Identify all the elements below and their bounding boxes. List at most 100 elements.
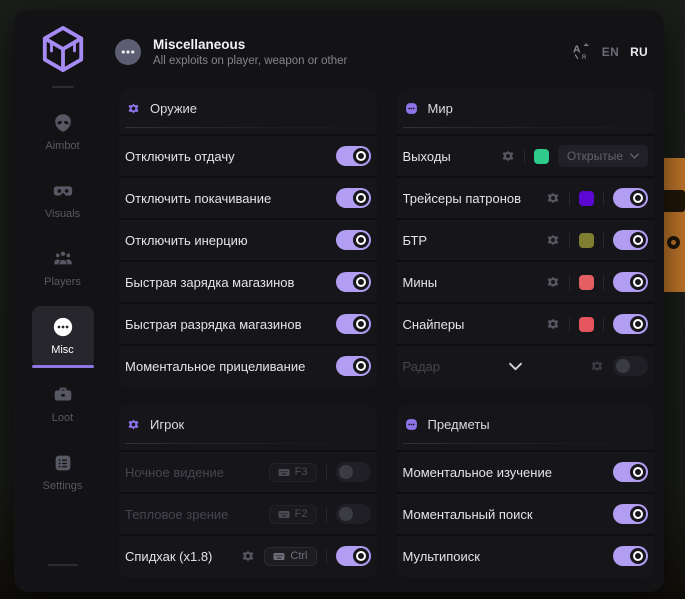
sidebar-item-aimbot[interactable]: Aimbot xyxy=(32,102,94,164)
svg-text:A: A xyxy=(573,44,581,55)
sidebar-item-label: Players xyxy=(44,276,81,288)
artifact-mark xyxy=(667,236,680,249)
briefcase-icon xyxy=(52,384,74,406)
toggle-switch[interactable] xyxy=(613,462,648,482)
sidebar-item-visuals[interactable]: Visuals xyxy=(32,170,94,232)
toggle-knob xyxy=(630,190,646,206)
lang-option-ru[interactable]: RU xyxy=(630,45,648,59)
hotkey-badge[interactable]: F3 xyxy=(269,463,317,482)
color-swatch[interactable] xyxy=(534,149,549,164)
sidebar-item-label: Settings xyxy=(43,480,83,492)
sidebar-item-settings[interactable]: Settings xyxy=(32,442,94,504)
toggle-switch[interactable] xyxy=(336,188,371,208)
feature-row: Отключить инерцию xyxy=(119,218,377,260)
row-controls xyxy=(546,230,648,250)
feature-row: Спидхак (x1.8)Ctrl xyxy=(119,534,377,576)
feature-row: Мультипоиск xyxy=(397,534,655,576)
feature-label: Отключить инерцию xyxy=(125,233,336,248)
feature-label: Быстрая зарядка магазинов xyxy=(125,275,336,290)
feature-row: Быстрая разрядка магазинов xyxy=(119,302,377,344)
svg-text:я: я xyxy=(581,51,586,61)
hotkey-label: Ctrl xyxy=(290,551,307,562)
game-background-artifact xyxy=(664,158,685,292)
gear-icon[interactable] xyxy=(546,233,560,247)
sidebar-item-misc[interactable]: Misc xyxy=(32,306,94,368)
sidebar-item-label: Visuals xyxy=(45,208,80,220)
toggle-knob xyxy=(353,190,369,206)
feature-label: Радар xyxy=(403,359,441,374)
toggle-switch[interactable] xyxy=(613,230,648,250)
hotkey-badge[interactable]: F2 xyxy=(269,505,317,524)
color-swatch[interactable] xyxy=(579,275,594,290)
row-controls xyxy=(336,272,371,292)
feature-row: Отключить отдачу xyxy=(119,134,377,176)
toggle-switch[interactable] xyxy=(336,314,371,334)
gear-icon[interactable] xyxy=(501,149,515,163)
section-divider xyxy=(125,127,373,128)
feature-row: Тепловое зрениеF2 xyxy=(119,492,377,534)
toggle-switch[interactable] xyxy=(613,546,648,566)
toggle-switch[interactable] xyxy=(336,146,371,166)
section-weapon: ОружиеОтключить отдачуОтключить покачива… xyxy=(119,89,377,388)
feature-label: Моментальный поиск xyxy=(403,507,614,522)
feature-label: Выходы xyxy=(403,149,501,164)
row-controls: Ctrl xyxy=(241,546,370,566)
vr-goggles-icon xyxy=(52,180,74,202)
toggle-knob xyxy=(353,548,369,564)
gear-icon xyxy=(127,418,140,431)
toggle-switch[interactable] xyxy=(613,504,648,524)
toggle-switch[interactable] xyxy=(613,356,648,376)
toggle-knob xyxy=(353,232,369,248)
section-divider xyxy=(403,127,651,128)
toggle-knob xyxy=(339,465,353,479)
toggle-switch[interactable] xyxy=(613,188,648,208)
toggle-switch[interactable] xyxy=(336,230,371,250)
row-controls xyxy=(546,314,648,334)
toggle-knob xyxy=(339,507,353,521)
row-controls xyxy=(613,462,648,482)
control-separator xyxy=(569,275,570,290)
toggle-knob xyxy=(630,232,646,248)
gear-icon[interactable] xyxy=(546,317,560,331)
gear-icon[interactable] xyxy=(590,359,604,373)
feature-row: Моментальное прицеливание xyxy=(119,344,377,386)
row-controls xyxy=(336,146,371,166)
toggle-switch[interactable] xyxy=(613,272,648,292)
lang-option-en[interactable]: EN xyxy=(602,45,619,59)
section-title: Оружие xyxy=(150,101,197,116)
feature-label: БТР xyxy=(403,233,547,248)
row-controls xyxy=(336,314,371,334)
row-controls xyxy=(336,230,371,250)
feature-row: БТР xyxy=(397,218,655,260)
gear-icon[interactable] xyxy=(546,275,560,289)
sidebar-nav: Aimbot Visuals Players MiscLoot Settings xyxy=(32,102,94,510)
hotkey-badge[interactable]: Ctrl xyxy=(264,547,316,566)
gear-icon[interactable] xyxy=(241,549,255,563)
control-separator xyxy=(603,275,604,290)
chevron-down-icon[interactable] xyxy=(440,362,590,371)
toggle-switch[interactable] xyxy=(336,546,371,566)
toggle-switch[interactable] xyxy=(336,504,371,524)
sidebar-item-players[interactable]: Players xyxy=(32,238,94,300)
toggle-switch[interactable] xyxy=(336,272,371,292)
toggle-knob xyxy=(630,274,646,290)
control-separator xyxy=(569,317,570,332)
color-swatch[interactable] xyxy=(579,233,594,248)
control-separator xyxy=(603,233,604,248)
sidebar-item-loot[interactable]: Loot xyxy=(32,374,94,436)
color-swatch[interactable] xyxy=(579,317,594,332)
toggle-switch[interactable] xyxy=(336,356,371,376)
row-controls xyxy=(336,356,371,376)
language-switcher: A я EN RU xyxy=(572,42,648,61)
gear-icon[interactable] xyxy=(546,191,560,205)
toggle-switch[interactable] xyxy=(613,314,648,334)
dropdown-select[interactable]: Открытые xyxy=(558,145,648,167)
section-divider xyxy=(125,443,373,444)
main-panel: Miscellaneous All exploits on player, we… xyxy=(111,10,664,592)
toggle-switch[interactable] xyxy=(336,462,371,482)
keyboard-icon xyxy=(273,552,285,561)
section-header: Игрок xyxy=(119,405,377,443)
color-swatch[interactable] xyxy=(579,191,594,206)
page-header: Miscellaneous All exploits on player, we… xyxy=(111,10,664,73)
feature-label: Быстрая разрядка магазинов xyxy=(125,317,336,332)
